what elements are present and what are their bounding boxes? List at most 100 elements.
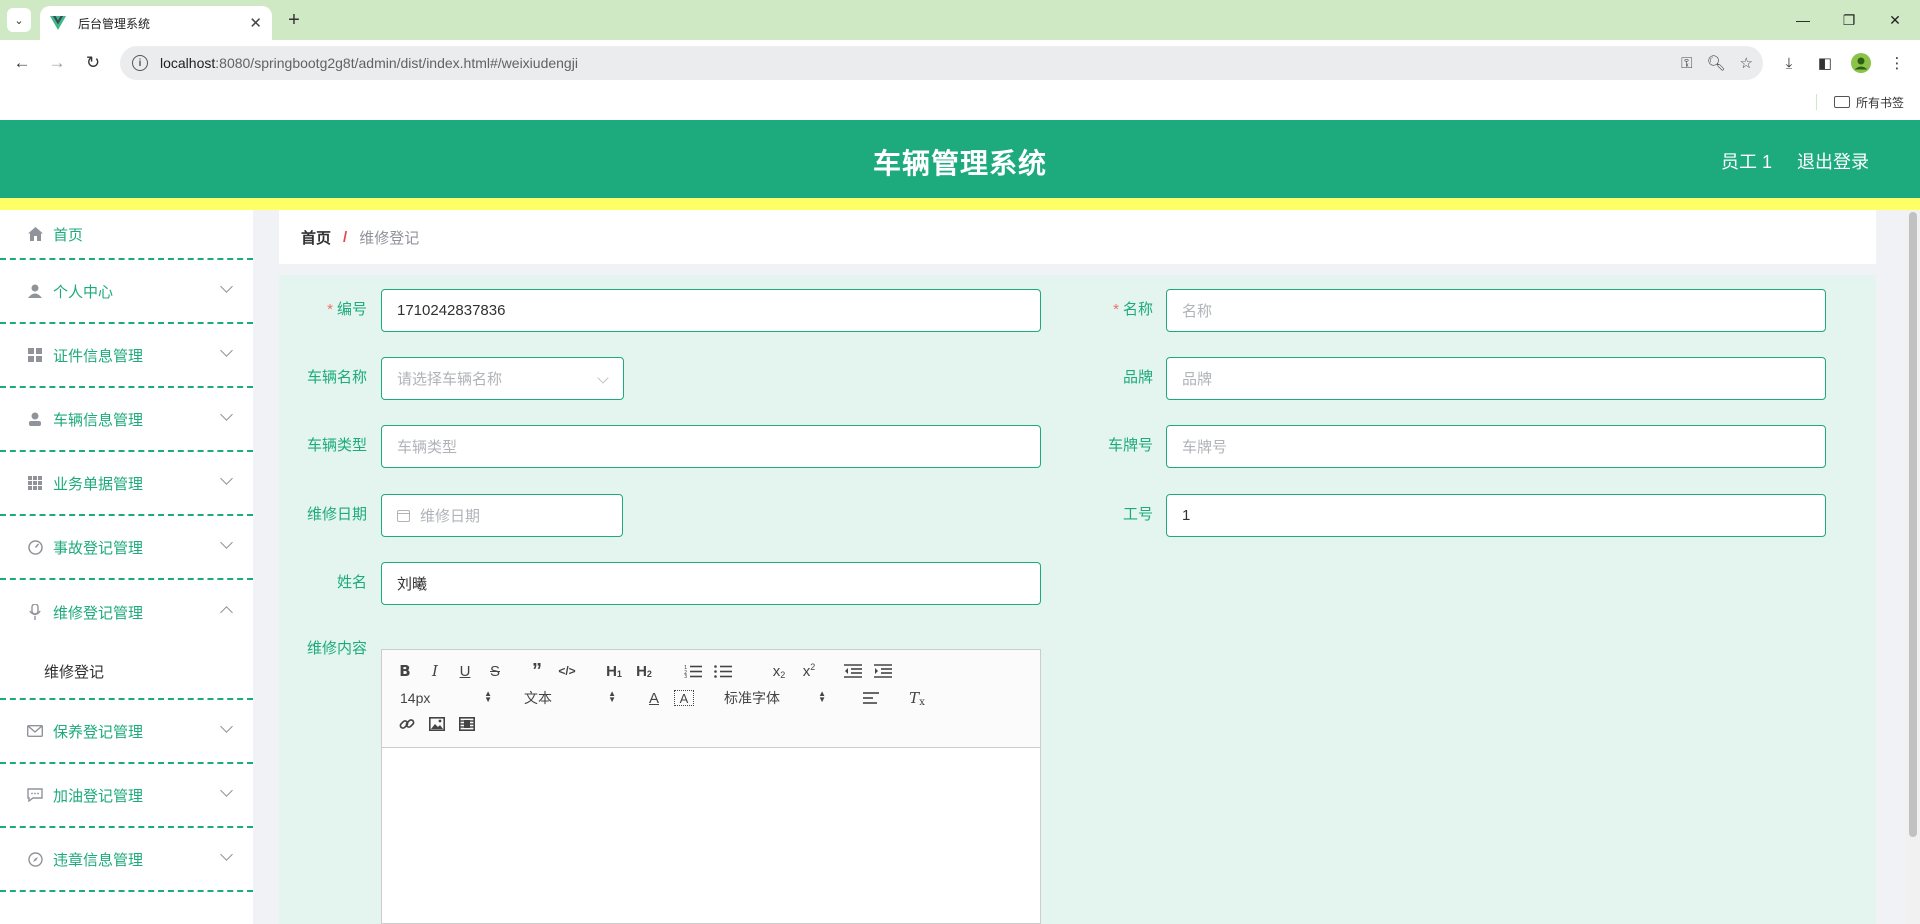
background-color-icon[interactable]: A xyxy=(674,690,694,706)
font-size-picker[interactable]: 14px ▲ ▼ xyxy=(400,687,492,709)
sidebar-item-maintenance[interactable]: 保养登记管理 xyxy=(0,700,253,764)
breadcrumb-current: 维修登记 xyxy=(359,229,420,247)
bold-icon[interactable]: B xyxy=(396,660,414,682)
header-accent-strip xyxy=(0,198,1920,210)
sidebar-item-label: 保养登记管理 xyxy=(53,723,144,741)
compass-icon xyxy=(27,851,43,867)
side-panel-icon[interactable]: ◧ xyxy=(1812,50,1838,76)
underline-icon[interactable]: U xyxy=(456,660,474,682)
sidebar-item-accidents[interactable]: 事故登记管理 xyxy=(0,516,253,580)
employee-id-input[interactable]: 1 xyxy=(1166,494,1826,537)
download-icon[interactable]: ⤓ xyxy=(1776,50,1802,76)
font-color-icon[interactable]: A xyxy=(644,687,664,709)
sidebar: 首页 个人中心 证件信息管理 车辆信息管理 业务单据管理 事故登记管理 维修登记… xyxy=(0,210,253,924)
breadcrumb: 首页 / 维修登记 xyxy=(279,210,1876,264)
bookmark-star-icon[interactable]: ☆ xyxy=(1740,54,1753,72)
browser-tab[interactable]: 后台管理系统 ✕ xyxy=(40,6,272,40)
number-input[interactable]: 1710242837836 xyxy=(381,289,1041,332)
tab-title: 后台管理系统 xyxy=(78,16,151,31)
page-scrollbar[interactable] xyxy=(1906,210,1920,924)
all-bookmarks-button[interactable]: 所有书签 xyxy=(1834,91,1904,113)
sidebar-item-business-docs[interactable]: 业务单据管理 xyxy=(0,452,253,516)
tab-close-icon[interactable]: ✕ xyxy=(249,14,262,32)
plate-number-input[interactable]: 车牌号 xyxy=(1166,425,1826,468)
scrollbar-thumb[interactable] xyxy=(1909,212,1917,837)
sidebar-item-label: 维修登记管理 xyxy=(53,604,144,622)
browser-toolbar: ← → ↻ i localhost:8080/springbootg2g8t/a… xyxy=(0,40,1920,86)
outdent-icon[interactable] xyxy=(842,660,864,682)
clear-format-icon[interactable]: Tx xyxy=(906,687,928,709)
vue-logo-icon xyxy=(50,16,66,30)
forward-button[interactable]: → xyxy=(44,50,70,76)
new-tab-button[interactable]: + xyxy=(282,8,306,32)
tab-search-button[interactable]: ⌄ xyxy=(7,8,31,32)
chevron-down-icon xyxy=(220,408,233,421)
name-input[interactable]: 名称 xyxy=(1166,289,1826,332)
restore-button[interactable]: ❐ xyxy=(1826,0,1872,40)
heading-1-icon[interactable]: H1 xyxy=(602,660,626,682)
sidebar-item-label: 车辆信息管理 xyxy=(53,411,144,429)
video-icon[interactable] xyxy=(456,713,478,735)
chat-icon xyxy=(27,787,43,803)
strikethrough-icon[interactable]: S xyxy=(486,660,504,682)
sidebar-item-home[interactable]: 首页 xyxy=(0,210,253,260)
user-icon xyxy=(27,283,43,299)
italic-icon[interactable]: I xyxy=(426,660,444,682)
browser-tab-strip: ⌄ 后台管理系统 ✕ + — ❐ ✕ xyxy=(0,0,1920,40)
breadcrumb-separator: / xyxy=(343,228,348,246)
image-icon[interactable] xyxy=(426,713,448,735)
gauge-icon xyxy=(27,539,43,555)
window-close-button[interactable]: ✕ xyxy=(1872,0,1918,40)
field-label-repair-content: 维修内容 xyxy=(306,640,367,657)
up-down-icon: ▲ ▼ xyxy=(608,689,616,704)
repair-date-picker[interactable]: 维修日期 xyxy=(381,494,623,537)
sidebar-item-certificates[interactable]: 证件信息管理 xyxy=(0,324,253,388)
editor-content-area[interactable] xyxy=(382,749,1040,923)
heading-2-icon[interactable]: H2 xyxy=(632,660,656,682)
field-label-employee-id: 工号 xyxy=(1122,506,1153,523)
grid-icon xyxy=(27,347,43,363)
field-label-brand: 品牌 xyxy=(1122,369,1153,386)
logout-link[interactable]: 退出登录 xyxy=(1797,148,1869,174)
superscript-icon[interactable]: x2 xyxy=(798,660,820,682)
indent-icon[interactable] xyxy=(872,660,894,682)
code-block-icon[interactable]: </> xyxy=(556,660,578,682)
person-name-input[interactable]: 刘曦 xyxy=(381,562,1041,605)
align-icon[interactable] xyxy=(860,687,882,709)
chevron-down-icon xyxy=(597,372,609,384)
profile-avatar-icon[interactable] xyxy=(1848,50,1874,76)
chevron-down-icon xyxy=(220,280,233,293)
up-down-icon: ▲ ▼ xyxy=(818,689,826,704)
sidebar-item-fuel[interactable]: 加油登记管理 xyxy=(0,764,253,828)
site-info-icon[interactable]: i xyxy=(132,55,148,71)
sidebar-item-repairs[interactable]: 维修登记管理 xyxy=(0,580,253,644)
mic-icon xyxy=(27,604,43,620)
reload-button[interactable]: ↻ xyxy=(80,50,106,76)
zoom-icon[interactable]: 🔍︎ xyxy=(1707,54,1726,72)
brand-input[interactable]: 品牌 xyxy=(1166,357,1826,400)
link-icon[interactable] xyxy=(396,713,418,735)
field-label-repair-date: 维修日期 xyxy=(306,506,367,523)
minimize-button[interactable]: — xyxy=(1780,0,1826,40)
chevron-down-icon xyxy=(220,848,233,861)
vehicle-type-input[interactable]: 车辆类型 xyxy=(381,425,1041,468)
vehicle-name-select[interactable]: 请选择车辆名称 xyxy=(381,357,624,400)
address-bar[interactable]: i localhost:8080/springbootg2g8t/admin/d… xyxy=(120,46,1763,80)
chevron-down-icon xyxy=(220,536,233,549)
subscript-icon[interactable]: x2 xyxy=(768,660,790,682)
blockquote-icon[interactable]: ” xyxy=(526,660,548,682)
breadcrumb-home[interactable]: 首页 xyxy=(301,227,331,248)
header-picker[interactable]: 文本 ▲ ▼ xyxy=(524,687,616,709)
bullet-list-icon[interactable] xyxy=(712,660,734,682)
ordered-list-icon[interactable]: 123 xyxy=(682,660,704,682)
sidebar-item-vehicles[interactable]: 车辆信息管理 xyxy=(0,388,253,452)
back-button[interactable]: ← xyxy=(9,50,35,76)
chevron-down-icon xyxy=(220,720,233,733)
font-family-picker[interactable]: 标准字体 ▲ ▼ xyxy=(724,687,826,709)
password-key-icon[interactable]: ⚿ xyxy=(1681,55,1692,72)
app-title: 车辆管理系统 xyxy=(872,148,1047,179)
sidebar-item-personal-center[interactable]: 个人中心 xyxy=(0,260,253,324)
menu-dots-icon[interactable]: ⋮ xyxy=(1884,50,1910,76)
sidebar-subitem-repair-register[interactable]: 维修登记 xyxy=(0,644,253,700)
sidebar-item-violations[interactable]: 违章信息管理 xyxy=(0,828,253,892)
